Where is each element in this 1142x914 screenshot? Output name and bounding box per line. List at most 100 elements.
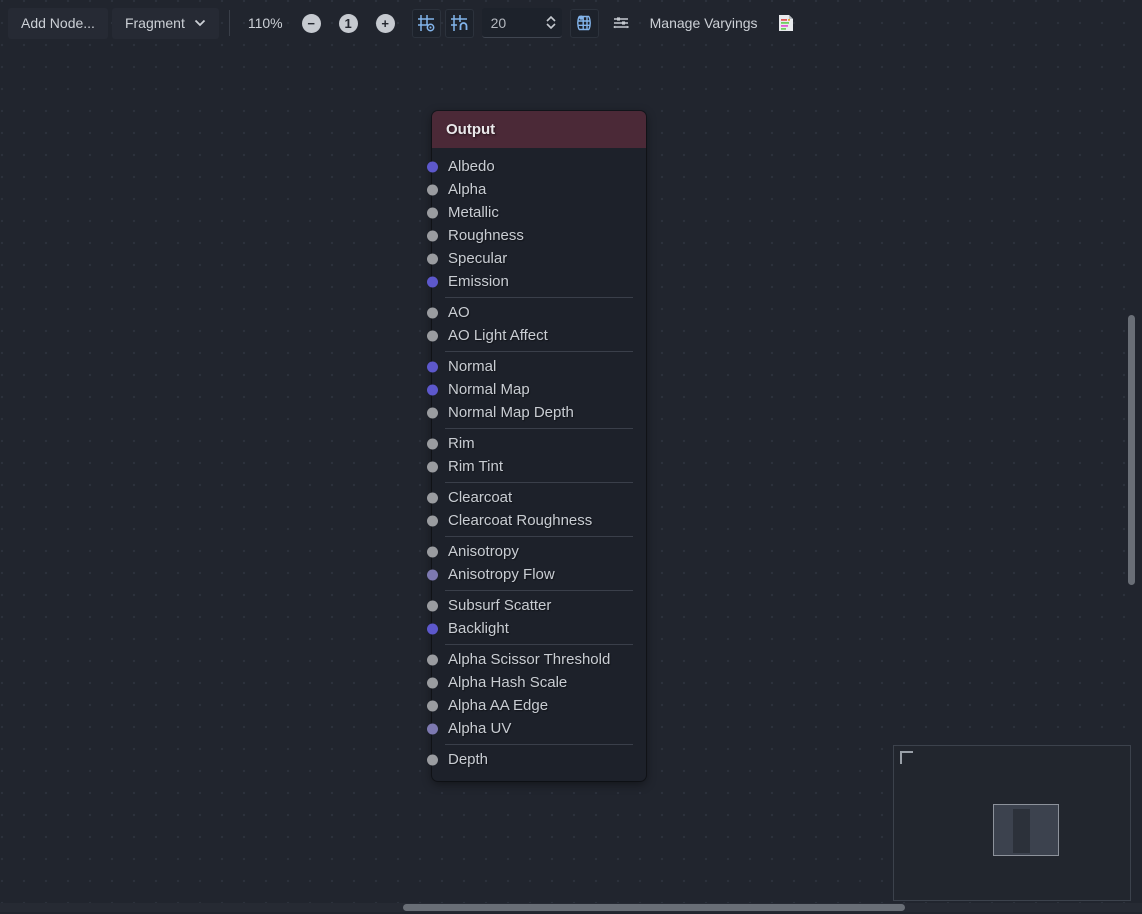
port-group: Subsurf Scatter Backlight: [432, 593, 646, 641]
port-row-albedo: Albedo: [432, 155, 646, 178]
port-row-ao-light-affect: AO Light Affect: [432, 324, 646, 347]
horizontal-scrollbar[interactable]: [0, 903, 1142, 912]
graph-minimap[interactable]: [893, 745, 1131, 901]
port-group-separator: [445, 428, 633, 429]
shader-editor-toolbar: Add Node... Fragment 110% − 1 +: [0, 0, 1142, 46]
port-metallic-icon[interactable]: [427, 207, 438, 218]
port-rim-tint-icon[interactable]: [427, 461, 438, 472]
shader-preview-button[interactable]: [570, 9, 599, 38]
port-group-separator: [445, 297, 633, 298]
port-alpha-scissor-threshold-icon[interactable]: [427, 654, 438, 665]
port-row-rim-tint: Rim Tint: [432, 455, 646, 478]
port-row-alpha-uv: Alpha UV: [432, 717, 646, 740]
spinbox-updown-icon[interactable]: [546, 16, 562, 29]
port-label: Roughness: [448, 227, 524, 244]
port-alpha-icon[interactable]: [427, 184, 438, 195]
sliders-icon: [612, 14, 630, 32]
port-row-depth: Depth: [432, 748, 646, 771]
port-alpha-aa-edge-icon[interactable]: [427, 700, 438, 711]
port-albedo-icon[interactable]: [427, 161, 438, 172]
shader-stage-dropdown[interactable]: Fragment: [112, 8, 219, 39]
port-label: Clearcoat Roughness: [448, 512, 592, 529]
port-group-separator: [445, 351, 633, 352]
port-rim-icon[interactable]: [427, 438, 438, 449]
chevron-down-icon: [194, 19, 206, 27]
port-label: Subsurf Scatter: [448, 597, 551, 614]
port-row-backlight: Backlight: [432, 617, 646, 640]
output-node-ports: Albedo Alpha Metallic Roughness Specular Emis…: [432, 148, 646, 781]
horizontal-scrollbar-thumb[interactable]: [403, 904, 905, 911]
output-node-header[interactable]: Output: [432, 111, 646, 148]
snap-to-grid-button[interactable]: [445, 9, 474, 38]
zoom-reset-icon: 1: [345, 17, 352, 30]
port-ao-light-affect-icon[interactable]: [427, 330, 438, 341]
port-anisotropy-icon[interactable]: [427, 546, 438, 557]
port-row-anisotropy: Anisotropy: [432, 540, 646, 563]
port-group: NormalNormal MapNormal Map Depth: [432, 354, 646, 425]
zoom-in-icon: +: [381, 17, 389, 30]
port-group: Rim Rim Tint: [432, 431, 646, 479]
port-label: AO Light Affect: [448, 327, 548, 344]
wire-sphere-grid-icon: [575, 14, 593, 32]
port-label: AO: [448, 304, 470, 321]
port-alpha-hash-scale-icon[interactable]: [427, 677, 438, 688]
port-label: Alpha Scissor Threshold: [448, 651, 610, 668]
output-node[interactable]: Output Albedo Alpha Metallic Roughness Specu…: [432, 111, 646, 781]
minimap-resizer-icon[interactable]: [900, 751, 913, 764]
port-specular-icon[interactable]: [427, 253, 438, 264]
port-row-rim: Rim: [432, 432, 646, 455]
port-label: Alpha: [448, 181, 486, 198]
minimap-node-rect: [1013, 809, 1030, 853]
port-roughness-icon[interactable]: [427, 230, 438, 241]
port-row-alpha-scissor-threshold: Alpha Scissor Threshold: [432, 648, 646, 671]
port-row-metallic: Metallic: [432, 201, 646, 224]
port-alpha-uv-icon[interactable]: [427, 723, 438, 734]
zoom-out-button[interactable]: −: [302, 14, 321, 33]
port-backlight-icon[interactable]: [427, 623, 438, 634]
port-group-separator: [445, 744, 633, 745]
port-clearcoat-icon[interactable]: [427, 492, 438, 503]
port-normal-icon[interactable]: [427, 361, 438, 372]
manage-varyings-button[interactable]: Manage Varyings: [640, 8, 768, 39]
port-group: Depth: [432, 747, 646, 772]
port-label: Metallic: [448, 204, 499, 221]
port-label: Specular: [448, 250, 507, 267]
port-label: Rim: [448, 435, 475, 452]
port-subsurf-scatter-icon[interactable]: [427, 600, 438, 611]
port-row-alpha-aa-edge: Alpha AA Edge: [432, 694, 646, 717]
port-clearcoat-roughness-icon[interactable]: [427, 515, 438, 526]
port-normal-map-depth-icon[interactable]: [427, 407, 438, 418]
port-row-clearcoat: Clearcoat: [432, 486, 646, 509]
snap-distance-spinbox[interactable]: 20: [482, 8, 562, 38]
grid-gear-icon: [417, 14, 435, 32]
port-group-separator: [445, 644, 633, 645]
port-group: Alpha Scissor ThresholdAlpha Hash ScaleA…: [432, 647, 646, 741]
port-label: Normal: [448, 358, 496, 375]
port-row-subsurf-scatter: Subsurf Scatter: [432, 594, 646, 617]
shader-file-button[interactable]: [772, 9, 801, 38]
zoom-in-button[interactable]: +: [376, 14, 395, 33]
port-normal-map-icon[interactable]: [427, 384, 438, 395]
port-label: Emission: [448, 273, 509, 290]
port-emission-icon[interactable]: [427, 276, 438, 287]
minimap-camera-rect[interactable]: [993, 804, 1059, 856]
port-label: Normal Map: [448, 381, 530, 398]
port-depth-icon[interactable]: [427, 754, 438, 765]
vertical-scrollbar-thumb[interactable]: [1128, 315, 1135, 585]
vertical-scrollbar[interactable]: [1128, 0, 1137, 903]
add-node-button[interactable]: Add Node...: [8, 8, 108, 39]
port-label: Rim Tint: [448, 458, 503, 475]
port-row-roughness: Roughness: [432, 224, 646, 247]
add-node-label: Add Node...: [21, 15, 95, 31]
snap-grid-settings-button[interactable]: [412, 9, 441, 38]
varyings-filter-button[interactable]: [607, 9, 636, 38]
port-label: Clearcoat: [448, 489, 512, 506]
port-anisotropy-flow-icon[interactable]: [427, 569, 438, 580]
port-ao-icon[interactable]: [427, 307, 438, 318]
zoom-reset-button[interactable]: 1: [339, 14, 358, 33]
port-label: Albedo: [448, 158, 495, 175]
zoom-level-label: 110%: [240, 15, 291, 31]
output-node-title: Output: [446, 121, 495, 138]
port-label: Alpha UV: [448, 720, 511, 737]
port-group: AnisotropyAnisotropy Flow: [432, 539, 646, 587]
